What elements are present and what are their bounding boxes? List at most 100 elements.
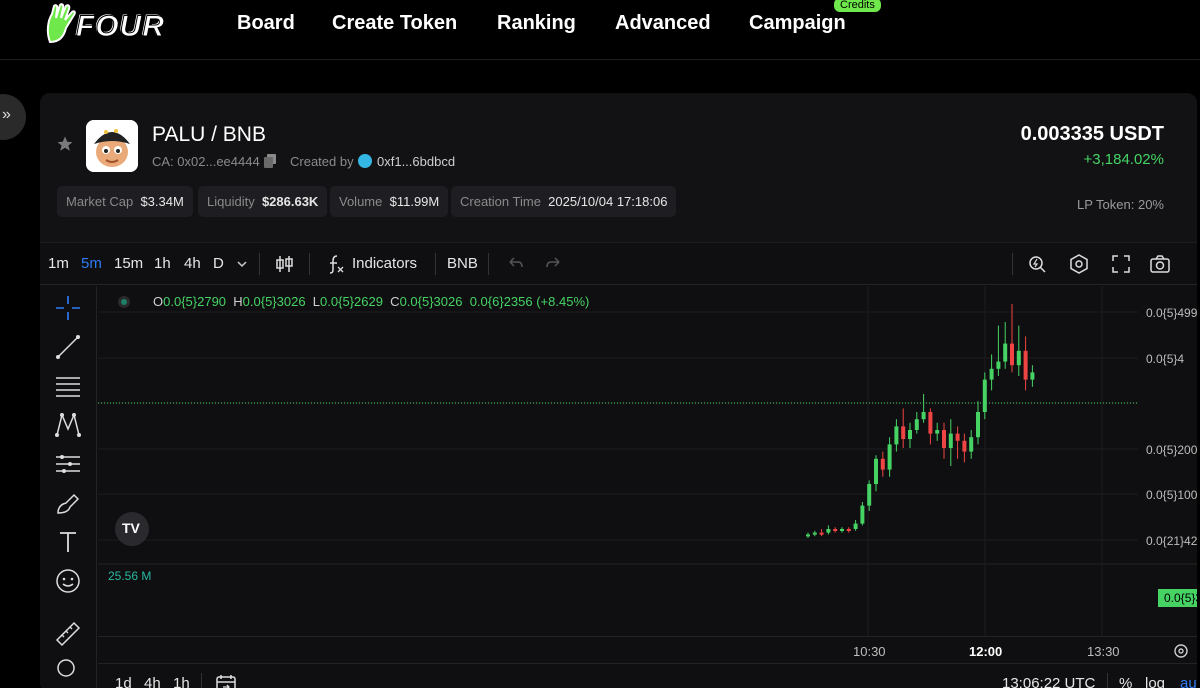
candle-body [976, 412, 980, 438]
candle-body [969, 437, 974, 452]
pattern-icon[interactable] [54, 411, 82, 439]
stat-value: $286.63K [261, 194, 319, 209]
log-toggle[interactable]: log [1145, 675, 1165, 688]
ohlc-c-label: C [390, 294, 400, 309]
candle-body [1030, 372, 1035, 380]
camera-icon[interactable] [1149, 253, 1171, 275]
interval-1h[interactable]: 1h [154, 255, 171, 272]
candle-body [806, 534, 810, 537]
range-4h[interactable]: 4h [144, 675, 161, 688]
candle-body [819, 532, 824, 535]
crosshair-icon[interactable] [54, 294, 82, 322]
ohlc-low: 0.0{5}2629 [320, 294, 383, 309]
indicators-button[interactable]: Indicators [352, 255, 417, 272]
zoom-icon[interactable] [54, 656, 82, 684]
double-chevron-right-icon: » [2, 106, 11, 123]
volume-label: 25.56 M [108, 569, 152, 583]
copy-icon[interactable] [264, 154, 276, 168]
candle-body [955, 433, 960, 441]
chart-area: 1m 5m 15m 1h 4h D Indicators BNB O0.0{5}… [40, 242, 1197, 688]
candle-body [989, 368, 994, 380]
candles-icon[interactable] [274, 253, 296, 275]
hand-logo-icon [46, 3, 76, 44]
tradingview-logo[interactable]: TV [115, 512, 149, 546]
function-icon[interactable] [325, 253, 347, 275]
contract-address: CA: 0x02...ee4444 [152, 154, 260, 169]
lp-token: LP Token: 20% [1077, 197, 1164, 212]
prediction-icon[interactable] [54, 450, 82, 478]
price-axis-label: 0.0{5}4999 [1146, 306, 1197, 320]
interval-d[interactable]: D [213, 255, 224, 272]
range-1h[interactable]: 1h [173, 675, 190, 688]
interval-5m[interactable]: 5m [81, 255, 102, 272]
ca-label: CA: [152, 154, 174, 169]
star-icon[interactable] [56, 135, 74, 153]
candle-body [942, 430, 946, 448]
time-label: 10:30 [853, 644, 886, 659]
range-1d[interactable]: 1d [115, 675, 132, 688]
percent-toggle[interactable]: % [1119, 675, 1132, 688]
interval-15m[interactable]: 15m [114, 255, 143, 272]
candle-body [860, 505, 865, 524]
chevron-down-icon[interactable] [233, 255, 251, 273]
candle-body [914, 419, 919, 430]
candle-body [833, 529, 838, 531]
bottombar-divider [1107, 673, 1108, 688]
ohlc-change: 0.0{6}2356 (+8.45%) [469, 294, 590, 309]
price-axis-label: 0.0{21}4235 [1146, 534, 1197, 548]
candle-body [982, 379, 987, 412]
ohlc-h-label: H [233, 294, 243, 309]
trend-line-icon[interactable] [54, 333, 82, 361]
toolbar-divider [488, 253, 489, 275]
ohlc-high: 0.0{5}3026 [242, 294, 306, 309]
chart-bottom-bar: 1d 4h 1h 13:06:22 UTC % log auto [98, 663, 1197, 688]
tv-logo-icon: TV [122, 520, 140, 536]
brush-icon[interactable] [54, 489, 82, 517]
creator-address[interactable]: 0xf1...6bdbcd [377, 154, 455, 169]
price-axis-label: 0.0{5}1000 [1146, 488, 1197, 502]
undo-icon[interactable] [504, 253, 526, 275]
four-logo[interactable]: FOUR [44, 2, 184, 46]
candle-body [867, 484, 872, 506]
interval-4h[interactable]: 4h [184, 255, 201, 272]
stat-label: Volume [339, 194, 383, 209]
chart-grid [98, 286, 1197, 636]
sidebar-expand-button[interactable]: » [0, 94, 26, 140]
candle-body [874, 458, 878, 484]
nav-board[interactable]: Board [237, 12, 295, 35]
stat-volume: Volume $11.99M [330, 186, 449, 217]
time-axis[interactable]: 10:30 12:00 13:30 [98, 636, 1197, 663]
ohlc-open: 0.0{5}2790 [163, 294, 227, 309]
text-tool-icon[interactable] [54, 528, 82, 556]
currency-toggle[interactable]: BNB [447, 255, 478, 272]
candle-body [935, 430, 940, 434]
goto-date-icon[interactable] [215, 673, 237, 688]
fullscreen-icon[interactable] [1110, 253, 1132, 275]
drawing-toolbar [40, 286, 97, 688]
stat-label: Liquidity [207, 194, 255, 209]
utc-clock[interactable]: 13:06:22 UTC [1002, 675, 1095, 688]
price-chart[interactable]: O0.0{5}2790 H0.0{5}3026 L0.0{5}2629 C0.0… [98, 286, 1197, 636]
candle-body [948, 433, 953, 448]
candle-body [1016, 350, 1021, 366]
redo-icon[interactable] [543, 253, 565, 275]
current-price-tag: 0.0{5}3026 [1158, 589, 1197, 607]
emoji-icon[interactable] [54, 567, 82, 595]
logo-text: FOUR [76, 10, 165, 44]
candle-body [894, 426, 899, 445]
settings-hex-icon[interactable] [1068, 253, 1090, 275]
interval-1m[interactable]: 1m [48, 255, 69, 272]
nav-create-token[interactable]: Create Token [332, 12, 457, 35]
ohlc-o-label: O [153, 294, 164, 309]
nav-ranking[interactable]: Ranking [497, 12, 576, 35]
quick-search-icon[interactable] [1026, 253, 1048, 275]
chart-settings-icon[interactable] [1172, 642, 1190, 660]
nav-advanced[interactable]: Advanced [615, 12, 711, 35]
fib-retracement-icon[interactable] [54, 372, 82, 400]
stat-liquidity: Liquidity $286.63K [198, 186, 328, 217]
candle-body [921, 412, 926, 420]
nav-campaign[interactable]: Campaign [749, 12, 846, 35]
ruler-icon[interactable] [54, 620, 82, 648]
auto-toggle[interactable]: auto [1180, 675, 1197, 688]
time-label: 12:00 [969, 644, 1003, 659]
